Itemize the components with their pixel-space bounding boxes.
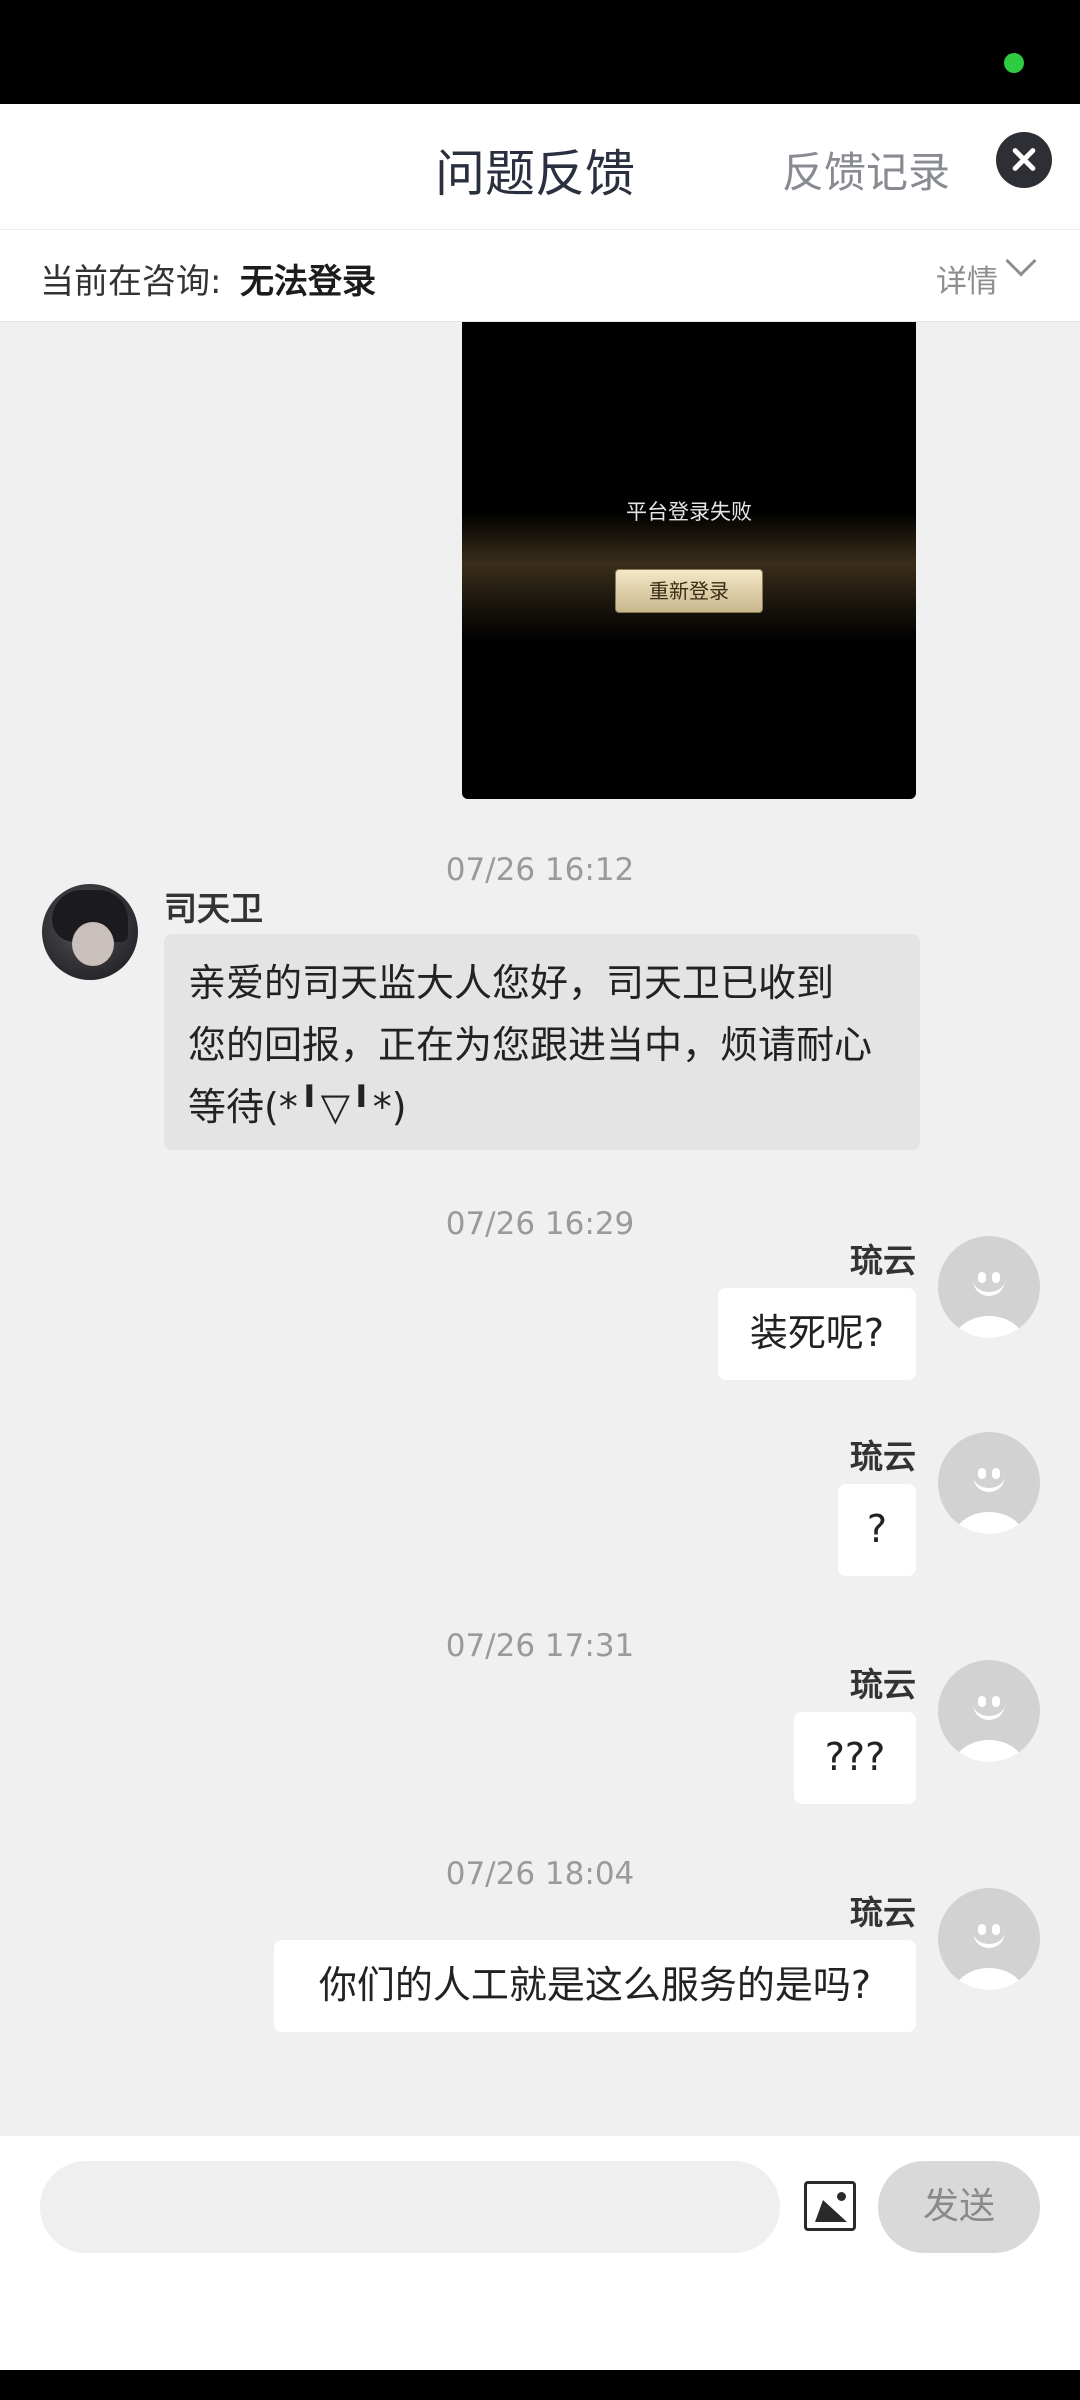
image-login-failed-text: 平台登录失败 [626, 500, 752, 524]
camera-indicator-icon [1004, 53, 1024, 73]
topic-value: 无法登录 [240, 262, 376, 302]
agent-avatar[interactable] [42, 884, 138, 980]
message-timestamp: 07/26 17:31 [445, 1628, 635, 1664]
details-button[interactable]: 详情 [936, 256, 998, 301]
user-message-text: ? [866, 1507, 888, 1551]
agent-avatar-face [72, 922, 114, 966]
user-message-bubble[interactable]: 你们的人工就是这么服务的是吗? [274, 1940, 916, 2032]
avatar-body [952, 1740, 1026, 1762]
composer-bar: 发送 [0, 2136, 1080, 2370]
user-sender-name: 琉云 [850, 1893, 916, 1932]
header: 问题反馈 反馈记录 [0, 104, 1080, 230]
user-avatar[interactable] [938, 1432, 1040, 1534]
avatar-body [952, 1512, 1026, 1534]
chevron-down-icon[interactable] [1005, 245, 1037, 277]
agent-sender-name: 司天卫 [164, 889, 263, 928]
message-input[interactable] [40, 2161, 780, 2253]
agent-message-line: 等待(*╹▽╹*) [188, 1085, 407, 1129]
message-timestamp: 07/26 16:12 [445, 852, 635, 888]
user-message-text: 你们的人工就是这么服务的是吗? [318, 1963, 872, 2007]
image-icon-mountain [806, 2200, 848, 2222]
avatar-mouth [973, 1280, 1005, 1296]
consult-topic-bar: 当前在咨询: 无法登录 详情 [0, 230, 1080, 322]
agent-message-line: 亲爱的司天监大人您好，司天卫已收到 [188, 961, 835, 1005]
user-avatar[interactable] [938, 1236, 1040, 1338]
user-message-text: 装死呢? [749, 1311, 885, 1355]
attached-screenshot-image[interactable]: 平台登录失败 重新登录 [462, 322, 916, 799]
user-sender-name: 琉云 [850, 1665, 916, 1704]
chat-area[interactable]: 平台登录失败 重新登录 07/26 16:12 司天卫 亲爱的司天监大人您好，司… [0, 322, 1080, 2136]
avatar-mouth [973, 1932, 1005, 1948]
image-relogin-button: 重新登录 [615, 569, 763, 613]
user-sender-name: 琉云 [850, 1241, 916, 1280]
user-message-bubble[interactable]: 装死呢? [718, 1288, 916, 1380]
image-icon-sun [837, 2192, 846, 2201]
send-button[interactable]: 发送 [878, 2161, 1040, 2253]
user-message-bubble[interactable]: ? [838, 1484, 916, 1576]
user-message-text: ??? [824, 1735, 886, 1779]
avatar-mouth [973, 1476, 1005, 1492]
user-message-bubble[interactable]: ??? [794, 1712, 916, 1804]
message-timestamp: 07/26 16:29 [445, 1206, 635, 1242]
topic-prefix: 当前在咨询: [40, 262, 222, 302]
avatar-mouth [973, 1704, 1005, 1720]
user-avatar[interactable] [938, 1888, 1040, 1990]
status-bar [0, 0, 1080, 104]
feedback-history-link[interactable]: 反馈记录 [782, 139, 950, 200]
close-icon[interactable] [996, 132, 1052, 188]
system-navigation-bar [0, 2370, 1080, 2400]
avatar-body [952, 1968, 1026, 1990]
user-avatar[interactable] [938, 1660, 1040, 1762]
message-timestamp: 07/26 18:04 [445, 1856, 635, 1892]
avatar-body [952, 1316, 1026, 1338]
agent-message-bubble[interactable]: 亲爱的司天监大人您好，司天卫已收到 您的回报，正在为您跟进当中，烦请耐心 等待(… [164, 934, 920, 1150]
user-sender-name: 琉云 [850, 1437, 916, 1476]
agent-message-line: 您的回报，正在为您跟进当中，烦请耐心 [188, 1023, 873, 1067]
image-upload-icon[interactable] [804, 2181, 856, 2231]
